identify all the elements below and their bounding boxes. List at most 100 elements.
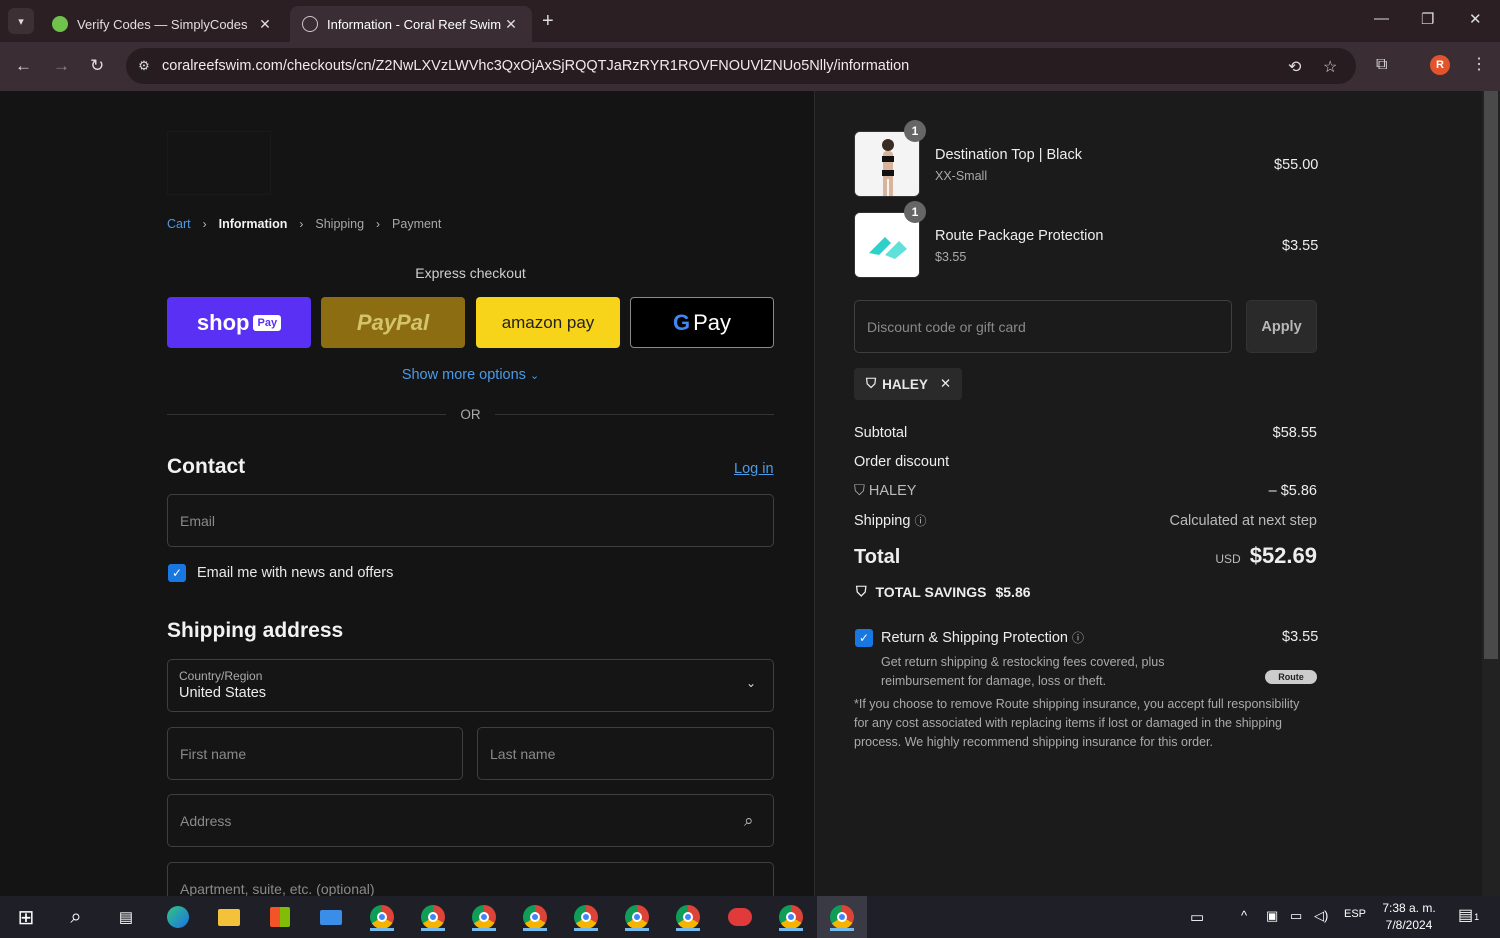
address-bar[interactable]: ⚙ coralreefswim.com/checkouts/cn/Z2NwLXV… xyxy=(126,48,1356,84)
page-scrollbar[interactable] xyxy=(1482,91,1500,896)
new-tab-button[interactable]: + xyxy=(542,10,554,33)
protection-checkbox[interactable]: ✓ xyxy=(855,629,873,647)
bookmark-star-icon[interactable]: ☆ xyxy=(1323,57,1337,77)
forward-icon[interactable]: → xyxy=(53,56,70,76)
chevron-right-icon: › xyxy=(376,217,381,231)
show-more-options-link[interactable]: Show more options ⌄ xyxy=(167,367,774,383)
tab-search-button[interactable]: ▾ xyxy=(8,8,34,34)
divider-line xyxy=(494,414,774,415)
total-value: $52.69 xyxy=(1249,543,1317,568)
address-placeholder: Address xyxy=(180,812,232,829)
browser-toolbar: ← → ↻ ⚙ coralreefswim.com/checkouts/cn/Z… xyxy=(0,42,1500,91)
discount-code-line: ⛉ HALEY xyxy=(854,483,916,499)
chrome-icon[interactable] xyxy=(777,903,805,931)
chevron-down-icon: ▾ xyxy=(18,15,24,28)
url-text[interactable]: coralreefswim.com/checkouts/cn/Z2NwLXVzL… xyxy=(162,58,909,74)
close-window-icon[interactable]: ✕ xyxy=(1469,10,1482,28)
applied-discount-chip: ⛉ HALEY ✕ xyxy=(854,368,962,400)
google-g-icon: G xyxy=(672,309,691,335)
notification-count: 1 xyxy=(1474,912,1480,922)
app-icon[interactable] xyxy=(726,903,754,931)
info-icon[interactable]: ⓘ xyxy=(1072,631,1084,645)
total-row: Total USD $52.69 xyxy=(854,543,1317,569)
scrollbar-thumb[interactable] xyxy=(1484,91,1498,659)
amazon-pay-wordmark: amazon pay xyxy=(501,312,595,332)
discount-code-field[interactable]: Discount code or gift card xyxy=(854,300,1232,353)
first-name-field[interactable]: First name xyxy=(167,727,463,780)
chevron-up-icon[interactable]: ^ xyxy=(1241,908,1247,923)
globe-favicon-icon xyxy=(302,16,318,32)
volume-icon[interactable]: ◁) xyxy=(1314,908,1328,924)
info-icon[interactable]: ⓘ xyxy=(914,514,926,528)
shipping-label: Shipping xyxy=(854,513,911,529)
tab-coral-reef[interactable]: Information - Coral Reef Swim ✕ xyxy=(290,6,532,42)
translate-icon[interactable]: ⟲ xyxy=(1288,57,1301,77)
savings-label: TOTAL SAVINGS xyxy=(875,583,987,600)
edge-icon[interactable] xyxy=(164,903,192,931)
mail-icon[interactable] xyxy=(317,903,345,931)
site-info-icon[interactable]: ⚙ xyxy=(126,58,162,74)
checkout-page: Cart › Information › Shipping › Payment … xyxy=(0,91,1482,896)
apartment-field[interactable]: Apartment, suite, etc. (optional) xyxy=(167,862,774,896)
search-icon[interactable]: ⌕ xyxy=(62,903,90,931)
email-placeholder: Email xyxy=(180,512,216,529)
clock-time: 7:38 a. m. xyxy=(1382,901,1436,915)
total-currency: USD xyxy=(1215,552,1241,566)
chrome-icon[interactable] xyxy=(623,903,651,931)
chrome-icon[interactable] xyxy=(368,903,396,931)
newsletter-checkbox[interactable]: ✓ xyxy=(168,564,186,582)
notifications-icon[interactable]: ▤1 xyxy=(1458,905,1479,925)
keyboard-icon[interactable]: ▭ xyxy=(1190,908,1204,926)
meet-icon[interactable]: ▣ xyxy=(1266,908,1278,924)
task-view-icon[interactable]: ▤ xyxy=(112,903,140,931)
chrome-icon[interactable] xyxy=(470,903,498,931)
store-logo[interactable] xyxy=(167,131,271,195)
last-name-field[interactable]: Last name xyxy=(477,727,774,780)
remove-discount-icon[interactable]: ✕ xyxy=(940,376,951,392)
shipping-row: Shipping ⓘ Calculated at next step xyxy=(854,512,1317,529)
subtotal-value: $58.55 xyxy=(1272,425,1317,441)
item-quantity-badge: 1 xyxy=(904,120,926,142)
google-pay-button[interactable]: G Pay xyxy=(630,297,774,348)
windows-taskbar: ⊞ ⌕ ▤ ▭ ^ ▣ ▭ ◁) ESP 7:38 a. m. 7/8/2024… xyxy=(0,896,1500,938)
google-pay-wordmark: Pay xyxy=(693,309,732,335)
reload-icon[interactable]: ↻ xyxy=(90,56,104,76)
microsoft-store-icon[interactable] xyxy=(266,903,294,931)
email-field[interactable]: Email xyxy=(167,494,774,547)
address-field[interactable]: Address xyxy=(167,794,774,847)
clock[interactable]: 7:38 a. m. 7/8/2024 xyxy=(1370,900,1448,934)
chevron-down-icon: ⌄ xyxy=(529,370,540,382)
route-badge: Route xyxy=(1265,670,1317,684)
tab-simplycodes[interactable]: Verify Codes — SimplyCodes ✕ xyxy=(40,6,286,42)
shop-pay-pill: Pay xyxy=(253,314,282,331)
breadcrumb-cart[interactable]: Cart xyxy=(167,217,191,231)
extensions-icon[interactable]: ⧉ xyxy=(1376,56,1387,74)
close-tab-icon[interactable]: ✕ xyxy=(502,16,520,33)
item-name: Destination Top | Black xyxy=(935,147,1082,163)
chrome-icon[interactable] xyxy=(572,903,600,931)
chrome-icon[interactable] xyxy=(521,903,549,931)
discount-code: HALEY xyxy=(868,483,917,499)
windows-start-icon[interactable]: ⊞ xyxy=(12,903,40,931)
order-discount-row: Order discount xyxy=(854,454,1317,470)
browser-menu-icon[interactable]: ⋮ xyxy=(1471,54,1487,74)
profile-avatar[interactable]: R xyxy=(1430,55,1450,75)
amazon-pay-button[interactable]: amazon pay xyxy=(476,297,620,348)
chrome-icon[interactable] xyxy=(828,903,856,931)
restore-icon[interactable]: ❐ xyxy=(1421,10,1434,28)
apply-discount-button[interactable]: Apply xyxy=(1246,300,1317,353)
close-tab-icon[interactable]: ✕ xyxy=(256,16,274,33)
file-explorer-icon[interactable] xyxy=(215,903,243,931)
back-icon[interactable]: ← xyxy=(15,56,32,76)
network-icon[interactable]: ▭ xyxy=(1290,908,1302,924)
chrome-icon[interactable] xyxy=(674,903,702,931)
language-indicator[interactable]: ESP xyxy=(1344,908,1366,920)
minimize-icon[interactable]: — xyxy=(1374,10,1389,27)
shop-pay-button[interactable]: shop Pay xyxy=(167,297,311,348)
item-name: Route Package Protection xyxy=(935,228,1104,244)
paypal-button[interactable]: PayPal xyxy=(321,297,465,348)
chrome-icon[interactable] xyxy=(419,903,447,931)
route-disclaimer: *If you choose to remove Route shipping … xyxy=(854,697,1300,749)
chevron-right-icon: › xyxy=(299,217,304,231)
login-link[interactable]: Log in xyxy=(734,461,774,477)
